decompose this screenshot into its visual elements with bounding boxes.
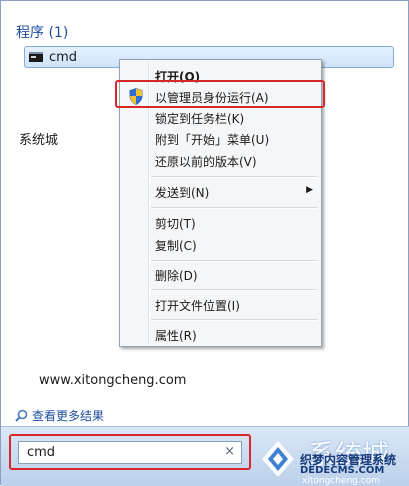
submenu-arrow-icon: ▶ <box>306 185 313 195</box>
menu-item-label: 发送到(N) <box>155 186 210 200</box>
menu-item-label: 打开文件位置(I) <box>155 299 240 313</box>
menu-separator <box>151 319 317 321</box>
menu-item-label: 删除(D) <box>155 269 198 283</box>
cmd-icon <box>29 52 43 62</box>
search-icon <box>15 409 28 422</box>
watermark-text: 系统城 <box>19 133 59 148</box>
see-more-results-label: 查看更多结果 <box>32 408 105 423</box>
menu-separator <box>151 176 317 178</box>
menu-separator <box>151 289 317 291</box>
menu-item-restore-previous-versions[interactable]: 还原以前的版本(V) <box>122 150 319 171</box>
logo-mark-icon <box>262 441 294 477</box>
menu-item-label: 还原以前的版本(V) <box>155 155 257 169</box>
menu-separator <box>151 260 317 262</box>
menu-item-delete[interactable]: 删除(D) <box>122 264 319 285</box>
menu-item-send-to[interactable]: 发送到(N) ▶ <box>122 181 319 202</box>
menu-separator <box>151 207 317 209</box>
menu-item-pin-taskbar[interactable]: 锁定到任务栏(K) <box>122 107 319 128</box>
menu-item-label: 剪切(T) <box>155 217 196 231</box>
menu-item-label: 属性(R) <box>155 329 197 343</box>
menu-item-copy[interactable]: 复制(C) <box>122 234 319 255</box>
menu-item-label: 锁定到任务栏(K) <box>155 112 245 126</box>
highlight-box-search <box>9 434 251 470</box>
menu-item-properties[interactable]: 属性(R) <box>122 324 319 345</box>
site-logo: 系统城 织梦内容管理系统 DEDECMS.COM xitongcheng.com <box>256 433 409 486</box>
menu-item-label: 复制(C) <box>155 239 197 253</box>
highlight-box-run-as-admin <box>115 80 325 108</box>
menu-item-open-file-location[interactable]: 打开文件位置(I) <box>122 294 319 315</box>
menu-item-label: 附到「开始」菜单(U) <box>155 133 270 147</box>
menu-item-pin-start-menu[interactable]: 附到「开始」菜单(U) <box>122 128 319 149</box>
see-more-results-link[interactable]: 查看更多结果 <box>15 406 104 424</box>
search-result-label: cmd <box>49 50 78 65</box>
section-title-programs: 程序 (1) <box>16 25 69 41</box>
menu-item-cut[interactable]: 剪切(T) <box>122 212 319 233</box>
website-watermark: www.xitongcheng.com <box>39 373 187 388</box>
logo-small-text: DEDECMS.COM <box>300 465 385 476</box>
